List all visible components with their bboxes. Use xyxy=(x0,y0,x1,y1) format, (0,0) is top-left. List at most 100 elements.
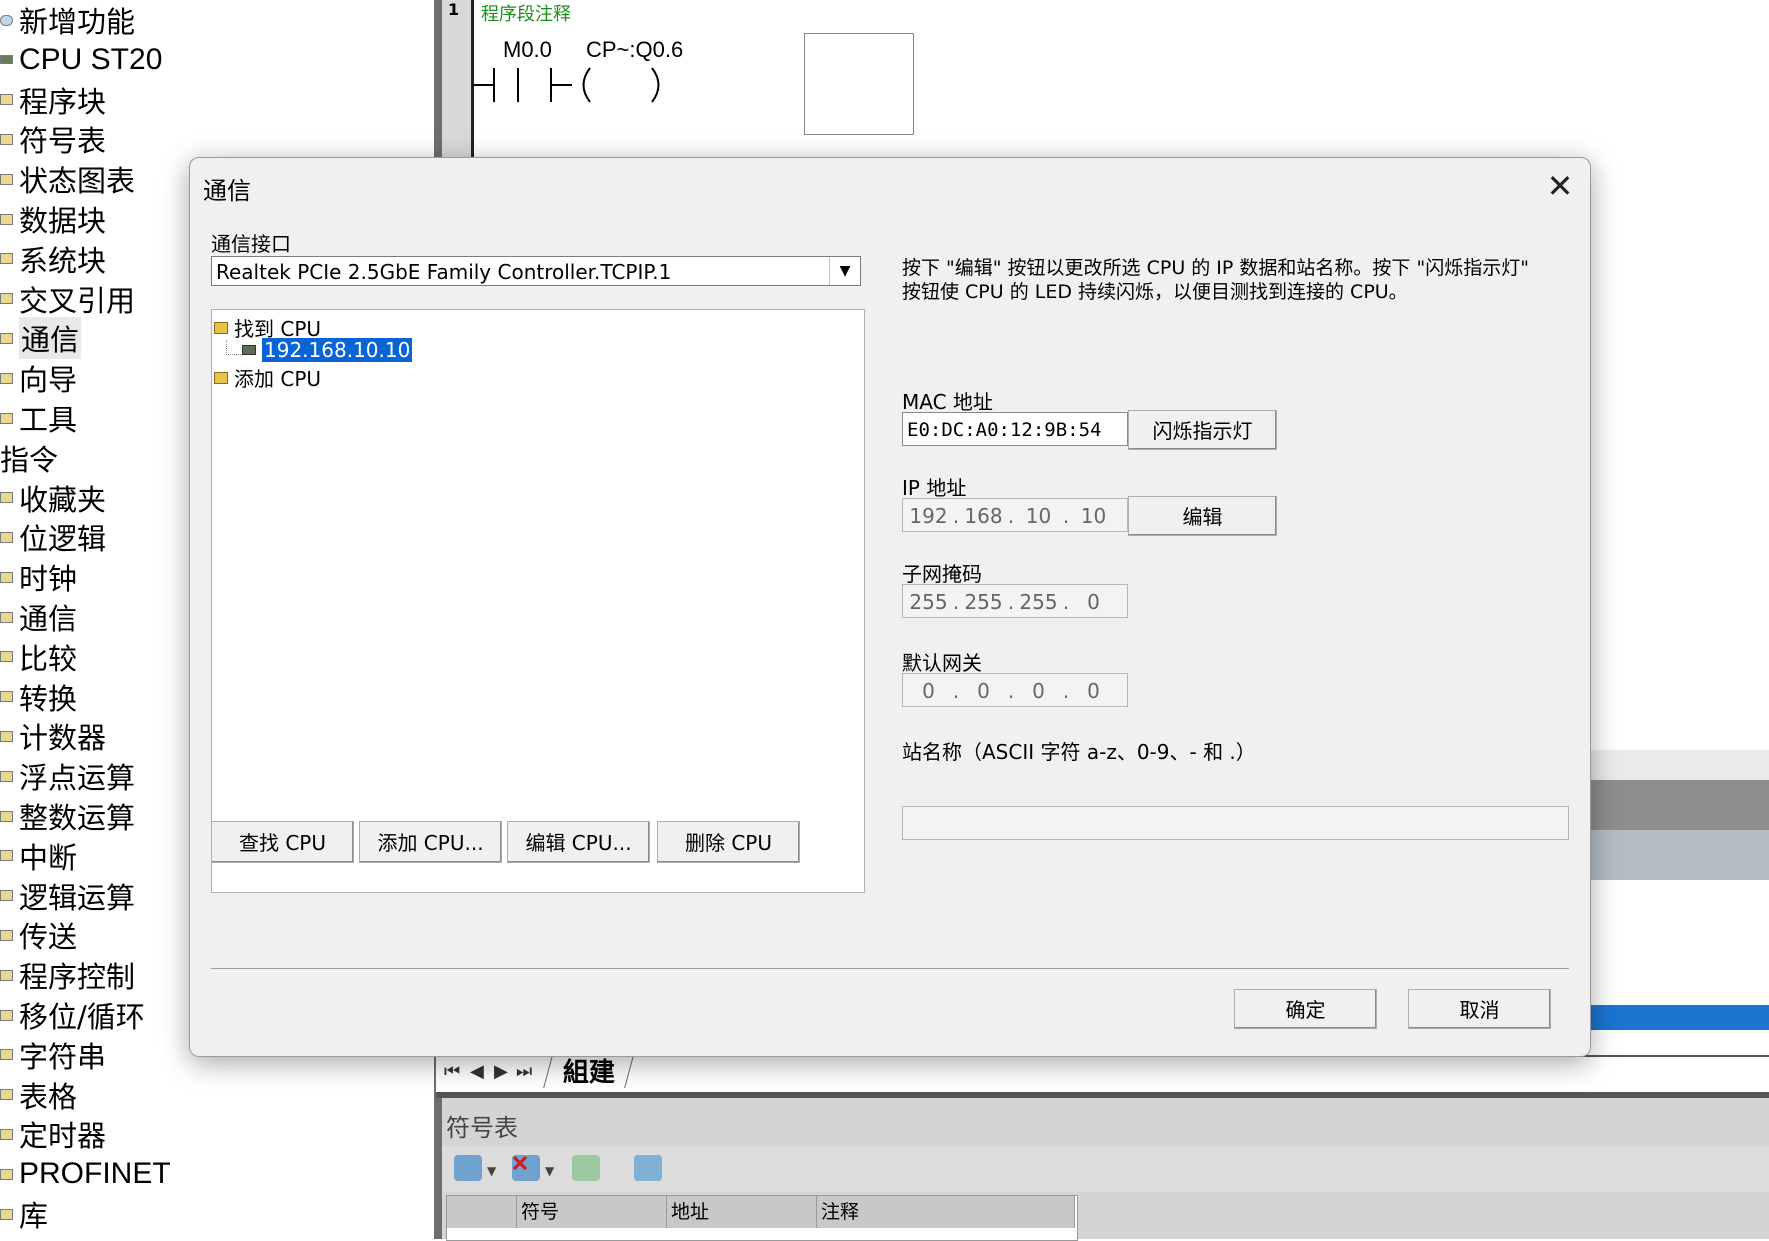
mac-label: MAC 地址 xyxy=(902,390,993,414)
cancel-button[interactable]: 取消 xyxy=(1408,989,1551,1029)
dialog-title: 通信 xyxy=(203,177,251,205)
apply-symbols-icon[interactable] xyxy=(634,1155,662,1181)
first-sheet-icon[interactable]: ⏮ xyxy=(444,1061,460,1082)
tab-build[interactable]: 組建 xyxy=(543,1052,635,1088)
tree-item-label: 表格 xyxy=(19,1079,78,1114)
tree-item[interactable]: 交叉引用 xyxy=(0,279,135,319)
tree-item[interactable]: 通信 xyxy=(0,317,82,360)
tree-item-label: 定时器 xyxy=(19,1119,107,1154)
folder-icon xyxy=(0,531,13,543)
tree-node-cpu-ip[interactable]: 192.168.10.10 xyxy=(242,338,413,362)
last-sheet-icon[interactable]: ⏭ xyxy=(516,1061,532,1082)
tree-item[interactable]: 转换 xyxy=(0,677,77,717)
coil-symbol xyxy=(582,67,591,103)
column-symbol[interactable]: 符号 xyxy=(517,1196,667,1228)
add-table-icon[interactable] xyxy=(454,1155,482,1181)
tree-item[interactable]: 表格 xyxy=(0,1075,77,1115)
tree-item[interactable]: PROFINET xyxy=(0,1154,171,1194)
gateway-field[interactable]: 0. 0. 0. 0 xyxy=(902,673,1128,707)
folder-icon xyxy=(0,253,13,265)
folder-icon xyxy=(0,293,13,305)
folder-icon xyxy=(0,691,13,703)
ip-field[interactable]: 192. 168. 10. 10 xyxy=(902,498,1128,532)
tree-item-label: 工具 xyxy=(19,403,78,437)
tree-item[interactable]: 比较 xyxy=(0,637,77,677)
rung-comment[interactable]: 程序段注释 xyxy=(481,0,571,26)
tree-item[interactable]: 整数运算 xyxy=(0,796,135,836)
tree-item[interactable]: 符号表 xyxy=(0,119,106,159)
tree-item-label: 整数运算 xyxy=(19,801,136,835)
tree-item[interactable]: 程序控制 xyxy=(0,955,135,995)
symbol-toolbar: ▼ ▼ xyxy=(442,1146,1769,1192)
tree-item[interactable]: 中断 xyxy=(0,836,77,876)
folder-icon xyxy=(0,332,13,344)
subnet-field[interactable]: 255. 255. 255. 0 xyxy=(902,584,1128,618)
background-selection xyxy=(1590,1005,1769,1030)
prev-sheet-icon[interactable]: ◀ xyxy=(470,1061,484,1082)
tree-item[interactable]: 向导 xyxy=(0,358,77,398)
tree-item[interactable]: 时钟 xyxy=(0,557,77,597)
empty-network-box[interactable] xyxy=(804,33,914,135)
tree-item[interactable]: 计数器 xyxy=(0,716,106,756)
tree-item[interactable]: 定时器 xyxy=(0,1114,106,1154)
folder-icon xyxy=(214,371,228,384)
tree-node-add-cpu[interactable]: 添加 CPU xyxy=(214,363,321,392)
tree-item[interactable]: 库 xyxy=(0,1194,48,1234)
blink-led-button[interactable]: 闪烁指示灯 xyxy=(1128,410,1277,450)
tree-item[interactable]: 位逻辑 xyxy=(0,517,106,557)
folder-icon xyxy=(0,1168,13,1180)
dialog-description: 按下 "编辑" 按钮以更改所选 CPU 的 IP 数据和站名称。按下 "闪烁指示… xyxy=(902,257,1529,303)
tree-item[interactable]: 逻辑运算 xyxy=(0,876,135,916)
tree-item[interactable]: 指令 xyxy=(0,438,58,478)
edit-button[interactable]: 编辑 xyxy=(1128,496,1277,536)
interface-value: Realtek PCIe 2.5GbE Family Controller.TC… xyxy=(216,260,672,284)
find-cpu-button[interactable]: 查找 CPU xyxy=(211,821,354,863)
tree-item[interactable]: 通信 xyxy=(0,597,77,637)
tree-item-label: 状态图表 xyxy=(19,164,136,199)
next-sheet-icon[interactable]: ▶ xyxy=(494,1061,508,1082)
tree-item-label: 计数器 xyxy=(19,721,107,756)
tree-item[interactable]: CPU ST20 xyxy=(0,40,162,80)
folder-icon xyxy=(0,890,13,902)
ladder-rung[interactable] xyxy=(472,60,732,105)
tree-item[interactable]: 移位/循环 xyxy=(0,995,145,1035)
chevron-down-icon[interactable]: ▼ xyxy=(829,257,860,285)
create-symbols-icon[interactable] xyxy=(572,1155,600,1181)
tree-item[interactable]: 浮点运算 xyxy=(0,756,135,796)
add-cpu-button[interactable]: 添加 CPU... xyxy=(359,821,502,863)
folder-icon xyxy=(0,929,13,941)
column-address[interactable]: 地址 xyxy=(667,1196,817,1228)
chevron-down-icon[interactable]: ▼ xyxy=(487,1164,496,1178)
tree-item[interactable]: 传送 xyxy=(0,915,77,955)
tree-item-label: 程序控制 xyxy=(19,960,136,995)
interface-select[interactable]: Realtek PCIe 2.5GbE Family Controller.TC… xyxy=(211,256,861,286)
mac-field[interactable]: E0:DC:A0:12:9B:54 xyxy=(902,412,1128,446)
folder-icon xyxy=(0,1049,13,1061)
folder-icon xyxy=(0,1009,13,1021)
column-comment[interactable]: 注释 xyxy=(817,1196,1075,1228)
tree-item-label: 库 xyxy=(19,1199,49,1233)
cpu-tree: 找到 CPU 192.168.10.10 添加 CPU xyxy=(211,309,865,893)
tree-item[interactable]: 状态图表 xyxy=(0,159,135,199)
tree-item[interactable]: 系统块 xyxy=(0,239,106,279)
tree-item-label: 位逻辑 xyxy=(19,522,107,557)
tree-item[interactable]: 程序块 xyxy=(0,80,106,120)
tree-item-label: 新增功能 xyxy=(19,5,136,39)
tree-item[interactable]: 数据块 xyxy=(0,199,106,239)
edit-cpu-button[interactable]: 编辑 CPU... xyxy=(507,821,650,863)
cpu-icon xyxy=(242,345,256,355)
ok-button[interactable]: 确定 xyxy=(1234,989,1377,1029)
tree-item[interactable]: 工具 xyxy=(0,398,77,438)
station-name-field[interactable] xyxy=(902,806,1569,840)
tree-item[interactable]: 收藏夹 xyxy=(0,478,106,518)
folder-icon xyxy=(0,969,13,981)
chevron-down-icon[interactable]: ▼ xyxy=(545,1164,554,1178)
tree-item-label: 传送 xyxy=(19,920,78,955)
tree-item[interactable]: 字符串 xyxy=(0,1035,106,1075)
delete-table-icon[interactable] xyxy=(512,1155,540,1181)
folder-icon xyxy=(0,571,13,583)
tree-item[interactable]: 新增功能 xyxy=(0,0,135,40)
close-icon[interactable]: ✕ xyxy=(1540,166,1580,206)
tree-item-label: 中断 xyxy=(19,840,78,875)
delete-cpu-button[interactable]: 删除 CPU xyxy=(657,821,800,863)
